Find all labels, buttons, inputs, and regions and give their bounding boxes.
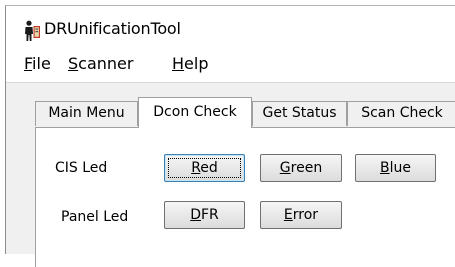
panel-led-label: Panel Led [61,209,129,225]
menu-help[interactable]: Help [171,54,209,74]
menu-scanner-label: canner [78,54,134,73]
tab-dcon-check[interactable]: Dcon Check [138,97,252,128]
red-button[interactable]: Red [164,154,245,182]
dcon-check-panel: CIS Led Red Green Blue Panel Led DFR Err… [35,127,455,267]
focus-ring [168,158,241,178]
menu-file-mnemonic: F [24,54,33,73]
title-bar[interactable]: DRUnificationTool [6,6,455,48]
menu-file[interactable]: File [23,54,52,74]
tab-get-status[interactable]: Get Status [252,101,347,126]
dfr-button[interactable]: DFR [164,201,245,229]
blue-button-label: lue [389,160,411,176]
green-button-mnemonic: G [279,160,291,176]
error-button-mnemonic: E [283,207,293,223]
blue-button-mnemonic: B [380,160,390,176]
menu-file-label: ile [32,54,51,73]
menu-scanner-mnemonic: S [68,54,79,73]
cis-led-label: CIS Led [55,160,108,176]
window-title: DRUnificationTool [44,19,181,38]
tab-main-menu[interactable]: Main Menu [35,101,138,126]
blue-button[interactable]: Blue [355,154,436,182]
menu-help-label: elp [184,54,209,73]
dfr-button-label: FR [201,207,219,223]
dfr-button-mnemonic: D [190,207,201,223]
client-area: Main Menu Dcon Check Get Status Scan Che… [6,83,455,267]
menu-help-mnemonic: H [172,54,185,73]
tab-strip: Main Menu Dcon Check Get Status Scan Che… [35,97,455,128]
app-window: DRUnificationTool File Scanner Help Main… [5,5,455,267]
tab-scan-check[interactable]: Scan Check [347,101,455,126]
menu-bar: File Scanner Help [6,48,455,83]
app-figure-icon [25,20,40,41]
menu-scanner[interactable]: Scanner [67,54,134,74]
green-button-label: reen [290,160,323,176]
green-button[interactable]: Green [260,154,342,182]
error-button[interactable]: Error [260,201,342,229]
error-button-label: rror [292,207,319,223]
